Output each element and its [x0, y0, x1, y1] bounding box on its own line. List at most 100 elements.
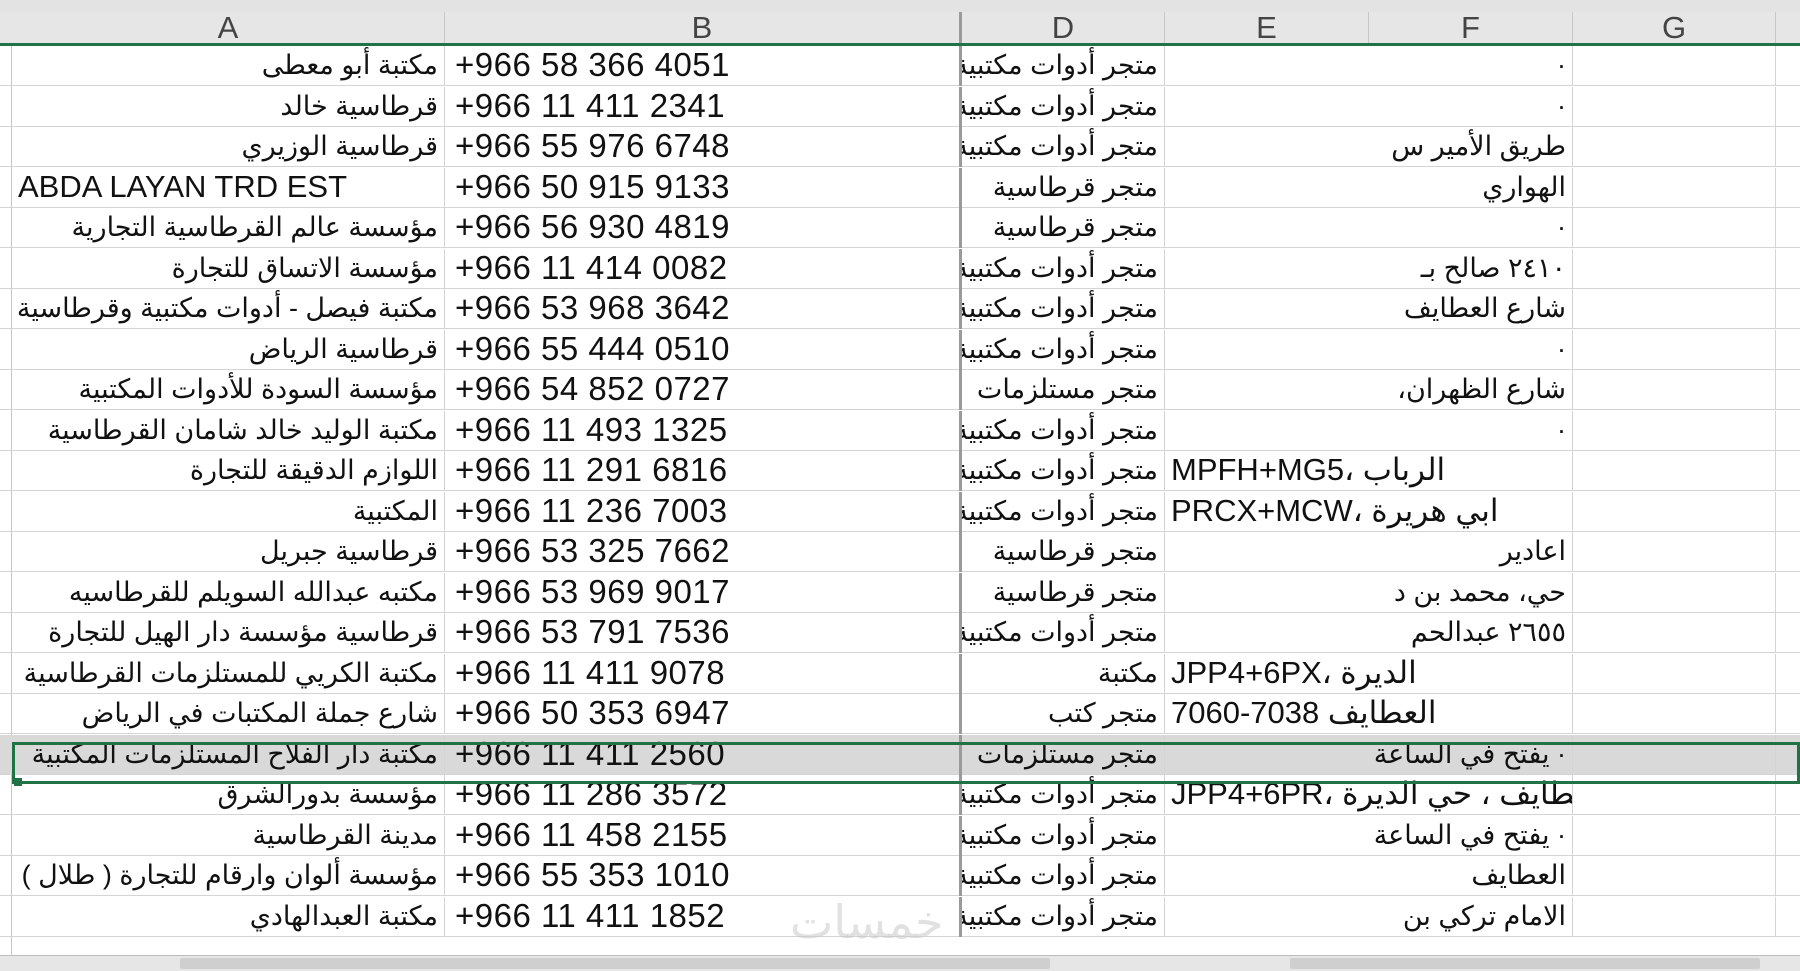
cell-d-category[interactable]: متجر مستلزمات — [962, 370, 1165, 410]
cell-g[interactable] — [1573, 127, 1776, 167]
table-row[interactable]: قرطاسية جبريل +966 53 325 7662 متجر قرطاسي… — [0, 532, 1800, 572]
cell-g[interactable] — [1573, 86, 1776, 127]
table-row[interactable]: مؤسسة ألوان وارقام للتجارة ( طلال ) +966 … — [0, 856, 1800, 896]
cell-d-category[interactable]: متجر أدوات مكتبية — [962, 775, 1165, 815]
cell-a-name[interactable]: قرطاسية مؤسسة دار الهيل للتجارة — [12, 613, 445, 653]
cell-d-category[interactable]: متجر أدوات مكتبية — [962, 86, 1165, 127]
table-row[interactable]: قرطاسية مؤسسة دار الهيل للتجارة +966 53 7… — [0, 613, 1800, 653]
table-row[interactable]: قرطاسية الرياض +966 55 444 0510 متجر أدوات… — [0, 329, 1800, 370]
cell-a-name[interactable]: اللوازم الدقيقة للتجارة — [12, 451, 445, 491]
cell-e-address[interactable]: · — [1165, 46, 1573, 86]
cell-d-category[interactable]: متجر أدوات مكتبية — [962, 289, 1165, 329]
cell-a-name[interactable]: قرطاسية جبريل — [12, 532, 445, 572]
cell-a-name[interactable]: شارع جملة المكتبات في الرياض — [12, 694, 445, 734]
cell-g[interactable] — [1573, 451, 1776, 491]
table-row[interactable]: مؤسسة بدورالشرق +966 11 286 3572 متجر أدوا… — [0, 775, 1800, 815]
cell-g[interactable] — [1573, 248, 1776, 289]
cell-d-category[interactable]: متجر أدوات مكتبية — [962, 127, 1165, 167]
cell-b-phone[interactable]: +966 53 968 3642 — [445, 289, 962, 329]
column-header-g[interactable]: G — [1573, 12, 1776, 43]
cell-g[interactable] — [1573, 856, 1776, 896]
cell-e-address[interactable]: ٢٤١٠ صالح بـ — [1165, 248, 1573, 289]
scrollbar-thumb[interactable] — [180, 958, 1050, 969]
cell-a-name[interactable]: مكتبه عبدالله السويلم للقرطاسيه — [12, 572, 445, 613]
cell-e-address[interactable]: الامام تركي بن — [1165, 896, 1573, 937]
table-row[interactable]: اللوازم الدقيقة للتجارة +966 11 291 6816 م… — [0, 451, 1800, 491]
cell-g[interactable] — [1573, 734, 1776, 775]
cell-e-address[interactable]: ٢٦٥٥ عبدالحم — [1165, 613, 1573, 653]
cell-d-category[interactable]: متجر مستلزمات — [962, 734, 1165, 775]
column-header-b[interactable]: B — [445, 12, 962, 43]
cell-e-address[interactable]: PRCX+MCW، ابي هريرة — [1165, 491, 1573, 532]
cell-d-category[interactable]: متجر قرطاسية — [962, 167, 1165, 208]
column-header-f[interactable]: F — [1369, 12, 1573, 43]
cell-b-phone[interactable]: +966 58 366 4051 — [445, 46, 962, 86]
cell-e-address[interactable]: 7060-7038 العطايف — [1165, 694, 1573, 734]
scrollbar-thumb-secondary[interactable] — [1290, 958, 1760, 969]
cell-g[interactable] — [1573, 572, 1776, 613]
cell-e-address[interactable]: الهواري — [1165, 167, 1573, 208]
cell-d-category[interactable]: متجر أدوات مكتبية — [962, 491, 1165, 532]
cell-b-phone[interactable]: +966 55 976 6748 — [445, 127, 962, 167]
cell-e-address[interactable]: MPFH+MG5، الرباب — [1165, 451, 1573, 491]
cell-d-category[interactable]: مكتبة — [962, 653, 1165, 694]
cell-b-phone[interactable]: +966 11 291 6816 — [445, 451, 962, 491]
fill-handle[interactable] — [14, 778, 22, 786]
cell-d-category[interactable]: متجر أدوات مكتبية — [962, 410, 1165, 451]
table-row[interactable]: قرطاسية الوزيري +966 55 976 6748 متجر أدوا… — [0, 127, 1800, 167]
cell-e-address[interactable]: · — [1165, 329, 1573, 370]
table-row[interactable]: مكتبة الوليد خالد شامان القرطاسية +966 11… — [0, 410, 1800, 451]
cell-a-name[interactable]: مكتبة دار الفلاح المستلزمات المكتبية — [12, 734, 445, 775]
cell-e-address[interactable]: JPP4+6PX، الديرة — [1165, 653, 1573, 694]
table-row[interactable]: مدينة القرطاسية +966 11 458 2155 متجر أدوا… — [0, 815, 1800, 856]
cell-g[interactable] — [1573, 491, 1776, 532]
cell-e-address[interactable]: طريق الأمير س — [1165, 127, 1573, 167]
cell-g[interactable] — [1573, 46, 1776, 86]
cell-a-name[interactable]: مؤسسة بدورالشرق — [12, 775, 445, 815]
cell-g[interactable] — [1573, 653, 1776, 694]
table-row[interactable]: مكتبة فيصل - أدوات مكتبية وقرطاسية +966 5… — [0, 289, 1800, 329]
cell-b-phone[interactable]: +966 11 493 1325 — [445, 410, 962, 451]
cell-a-name[interactable]: قرطاسية الرياض — [12, 329, 445, 370]
cell-a-name[interactable]: مكتبة فيصل - أدوات مكتبية وقرطاسية — [12, 289, 445, 329]
table-row[interactable]: مكتبة دار الفلاح المستلزمات المكتبية +966… — [0, 734, 1800, 775]
cell-b-phone[interactable]: +966 11 236 7003 — [445, 491, 962, 532]
column-header-a[interactable]: A — [12, 12, 445, 43]
cell-d-category[interactable]: متجر أدوات مكتبية — [962, 451, 1165, 491]
cell-b-phone[interactable]: +966 11 411 2341 — [445, 86, 962, 127]
table-row[interactable]: مكتبة الكريي للمستلزمات القرطاسية +966 11… — [0, 653, 1800, 694]
cell-a-name[interactable]: مدينة القرطاسية — [12, 815, 445, 856]
cell-a-name[interactable]: مؤسسة عالم القرطاسية التجارية — [12, 208, 445, 248]
cell-d-category[interactable]: متجر أدوات مكتبية — [962, 896, 1165, 937]
cell-b-phone[interactable]: +966 54 852 0727 — [445, 370, 962, 410]
table-row[interactable]: مكتبه عبدالله السويلم للقرطاسيه +966 53 9… — [0, 572, 1800, 613]
table-row[interactable]: مؤسسة السودة للأدوات المكتبية +966 54 852… — [0, 370, 1800, 410]
cell-b-phone[interactable]: +966 53 969 9017 — [445, 572, 962, 613]
cell-b-phone[interactable]: +966 50 915 9133 — [445, 167, 962, 208]
cell-a-name[interactable]: قرطاسية خالد — [12, 86, 445, 127]
column-header-e[interactable]: E — [1165, 12, 1369, 43]
table-row[interactable]: شارع جملة المكتبات في الرياض +966 50 353 … — [0, 694, 1800, 734]
cell-d-category[interactable]: متجر قرطاسية — [962, 572, 1165, 613]
cell-g[interactable] — [1573, 694, 1776, 734]
cell-b-phone[interactable]: +966 55 353 1010 — [445, 856, 962, 896]
table-row[interactable]: مؤسسة الاتساق للتجارة +966 11 414 0082 متج… — [0, 248, 1800, 289]
table-row[interactable]: قرطاسية خالد +966 11 411 2341 متجر أدوات م… — [0, 86, 1800, 127]
cell-e-address[interactable]: · يفتح في الساعة — [1165, 815, 1573, 856]
cell-e-address[interactable]: JPP4+6PR، شارع العطايف ، حي الديرة — [1165, 775, 1573, 815]
cell-b-phone[interactable]: +966 53 325 7662 — [445, 532, 962, 572]
cell-b-phone[interactable]: +966 11 411 2560 — [445, 734, 962, 775]
cell-g[interactable] — [1573, 815, 1776, 856]
cell-d-category[interactable]: متجر أدوات مكتبية — [962, 329, 1165, 370]
horizontal-scrollbar[interactable] — [0, 955, 1800, 971]
cell-d-category[interactable]: متجر أدوات مكتبية — [962, 856, 1165, 896]
cell-e-address[interactable]: شارع العطايف — [1165, 289, 1573, 329]
cell-e-address[interactable]: · — [1165, 410, 1573, 451]
cell-e-address[interactable]: حي، محمد بن د — [1165, 572, 1573, 613]
table-row[interactable]: ABDA LAYAN TRD EST +966 50 915 9133 متجر ق… — [0, 167, 1800, 208]
cell-e-address[interactable]: اعادير — [1165, 532, 1573, 572]
cell-b-phone[interactable]: +966 11 286 3572 — [445, 775, 962, 815]
cell-b-phone[interactable]: +966 11 411 9078 — [445, 653, 962, 694]
cell-d-category[interactable]: متجر أدوات مكتبية — [962, 815, 1165, 856]
cell-d-category[interactable]: متجر قرطاسية — [962, 532, 1165, 572]
